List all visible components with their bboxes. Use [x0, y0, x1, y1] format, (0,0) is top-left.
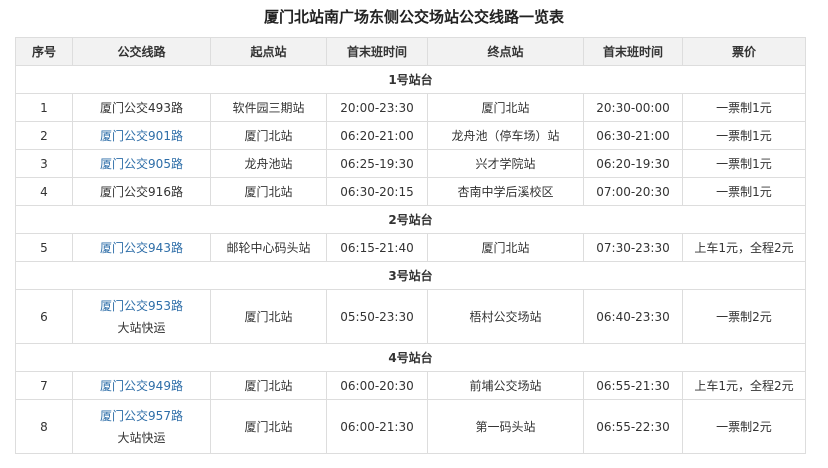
- cell-start-station: 邮轮中心码头站: [210, 233, 327, 262]
- table-row: 3 厦门公交905路 龙舟池站 06:25-19:30 兴才学院站 06:20-…: [15, 149, 806, 178]
- page-title: 厦门北站南广场东侧公交场站公交线路一览表: [263, 8, 564, 26]
- route-link[interactable]: 厦门公交905路: [100, 157, 183, 171]
- cell-fare: 一票制2元: [682, 289, 806, 344]
- cell-start-station: 厦门北站: [210, 399, 327, 454]
- table-row: 6 厦门公交953路 大站快运 厦门北站 05:50-23:30 梧村公交场站 …: [15, 289, 806, 344]
- cell-start-time: 20:00-23:30: [326, 93, 428, 122]
- cell-start-station: 软件园三期站: [210, 93, 327, 122]
- route-text: 厦门公交493路: [100, 101, 183, 115]
- cell-route: 厦门公交953路 大站快运: [72, 289, 211, 344]
- cell-end-time: 06:20-19:30: [583, 149, 683, 178]
- cell-end-time: 06:55-22:30: [583, 399, 683, 454]
- cell-end-station: 厦门北站: [427, 93, 584, 122]
- cell-start-time: 05:50-23:30: [326, 289, 428, 344]
- route-link[interactable]: 厦门公交949路: [100, 379, 183, 393]
- cell-end-time: 20:30-00:00: [583, 93, 683, 122]
- cell-route: 厦门公交493路: [72, 93, 211, 122]
- cell-start-station: 厦门北站: [210, 177, 327, 206]
- cell-start-time: 06:25-19:30: [326, 149, 428, 178]
- bus-route-table: 序号 公交线路 起点站 首末班时间 终点站 首末班时间 票价 1号站台 1 厦门…: [15, 37, 806, 454]
- cell-seq: 4: [15, 177, 73, 206]
- table-row: 4 厦门公交916路 厦门北站 06:30-20:15 杏南中学后溪校区 07:…: [15, 177, 806, 206]
- cell-start-time: 06:15-21:40: [326, 233, 428, 262]
- cell-route: 厦门公交905路: [72, 149, 211, 178]
- cell-end-time: 06:40-23:30: [583, 289, 683, 344]
- header-route: 公交线路: [72, 37, 211, 66]
- cell-seq: 5: [15, 233, 73, 262]
- cell-route: 厦门公交901路: [72, 121, 211, 150]
- route-link[interactable]: 厦门公交901路: [100, 129, 183, 143]
- header-end-time: 首末班时间: [583, 37, 683, 66]
- cell-start-station: 厦门北站: [210, 289, 327, 344]
- cell-start-station: 厦门北站: [210, 121, 327, 150]
- platform-label: 2号站台: [15, 205, 806, 234]
- cell-fare: 一票制1元: [682, 177, 806, 206]
- cell-start-time: 06:00-21:30: [326, 399, 428, 454]
- route-link[interactable]: 厦门公交943路: [100, 241, 183, 255]
- platform-label: 3号站台: [15, 261, 806, 290]
- route-subtitle: 大站快运: [117, 430, 166, 445]
- cell-seq: 8: [15, 399, 73, 454]
- cell-end-station: 龙舟池（停车场）站: [427, 121, 584, 150]
- cell-end-station: 杏南中学后溪校区: [427, 177, 584, 206]
- header-seq: 序号: [15, 37, 73, 66]
- platform-label: 4号站台: [15, 343, 806, 372]
- cell-end-time: 07:00-20:30: [583, 177, 683, 206]
- cell-fare: 一票制2元: [682, 399, 806, 454]
- table-row: 7 厦门公交949路 厦门北站 06:00-20:30 前埔公交场站 06:55…: [15, 371, 806, 400]
- cell-end-station: 厦门北站: [427, 233, 584, 262]
- cell-end-station: 梧村公交场站: [427, 289, 584, 344]
- table-header-row: 序号 公交线路 起点站 首末班时间 终点站 首末班时间 票价: [15, 37, 806, 66]
- cell-end-station: 前埔公交场站: [427, 371, 584, 400]
- cell-end-time: 07:30-23:30: [583, 233, 683, 262]
- header-end-station: 终点站: [427, 37, 584, 66]
- route-subtitle: 大站快运: [117, 320, 166, 335]
- table-row: 8 厦门公交957路 大站快运 厦门北站 06:00-21:30 第一码头站 0…: [15, 399, 806, 454]
- cell-start-time: 06:00-20:30: [326, 371, 428, 400]
- cell-fare: 上车1元，全程2元: [682, 233, 806, 262]
- header-fare: 票价: [682, 37, 806, 66]
- platform-group-row: 1号站台: [15, 65, 806, 94]
- header-start-time: 首末班时间: [326, 37, 428, 66]
- cell-end-station: 兴才学院站: [427, 149, 584, 178]
- cell-fare: 上车1元，全程2元: [682, 371, 806, 400]
- cell-route: 厦门公交957路 大站快运: [72, 399, 211, 454]
- cell-route: 厦门公交949路: [72, 371, 211, 400]
- cell-seq: 6: [15, 289, 73, 344]
- platform-group-row: 2号站台: [15, 205, 806, 234]
- route-link[interactable]: 厦门公交953路: [75, 295, 208, 317]
- platform-group-row: 3号站台: [15, 261, 806, 290]
- cell-seq: 7: [15, 371, 73, 400]
- cell-seq: 3: [15, 149, 73, 178]
- cell-end-time: 06:55-21:30: [583, 371, 683, 400]
- cell-route: 厦门公交916路: [72, 177, 211, 206]
- platform-label: 1号站台: [15, 65, 806, 94]
- route-link[interactable]: 厦门公交957路: [75, 405, 208, 427]
- cell-end-time: 06:30-21:00: [583, 121, 683, 150]
- table-row: 1 厦门公交493路 软件园三期站 20:00-23:30 厦门北站 20:30…: [15, 93, 806, 122]
- cell-start-time: 06:30-20:15: [326, 177, 428, 206]
- header-start-station: 起点站: [210, 37, 327, 66]
- table-row: 2 厦门公交901路 厦门北站 06:20-21:00 龙舟池（停车场）站 06…: [15, 121, 806, 150]
- cell-fare: 一票制1元: [682, 93, 806, 122]
- cell-start-station: 厦门北站: [210, 371, 327, 400]
- cell-fare: 一票制1元: [682, 121, 806, 150]
- cell-start-station: 龙舟池站: [210, 149, 327, 178]
- cell-start-time: 06:20-21:00: [326, 121, 428, 150]
- cell-route: 厦门公交943路: [72, 233, 211, 262]
- cell-seq: 1: [15, 93, 73, 122]
- cell-seq: 2: [15, 121, 73, 150]
- route-text: 厦门公交916路: [100, 185, 183, 199]
- cell-end-station: 第一码头站: [427, 399, 584, 454]
- table-row: 5 厦门公交943路 邮轮中心码头站 06:15-21:40 厦门北站 07:3…: [15, 233, 806, 262]
- platform-group-row: 4号站台: [15, 343, 806, 372]
- cell-fare: 一票制1元: [682, 149, 806, 178]
